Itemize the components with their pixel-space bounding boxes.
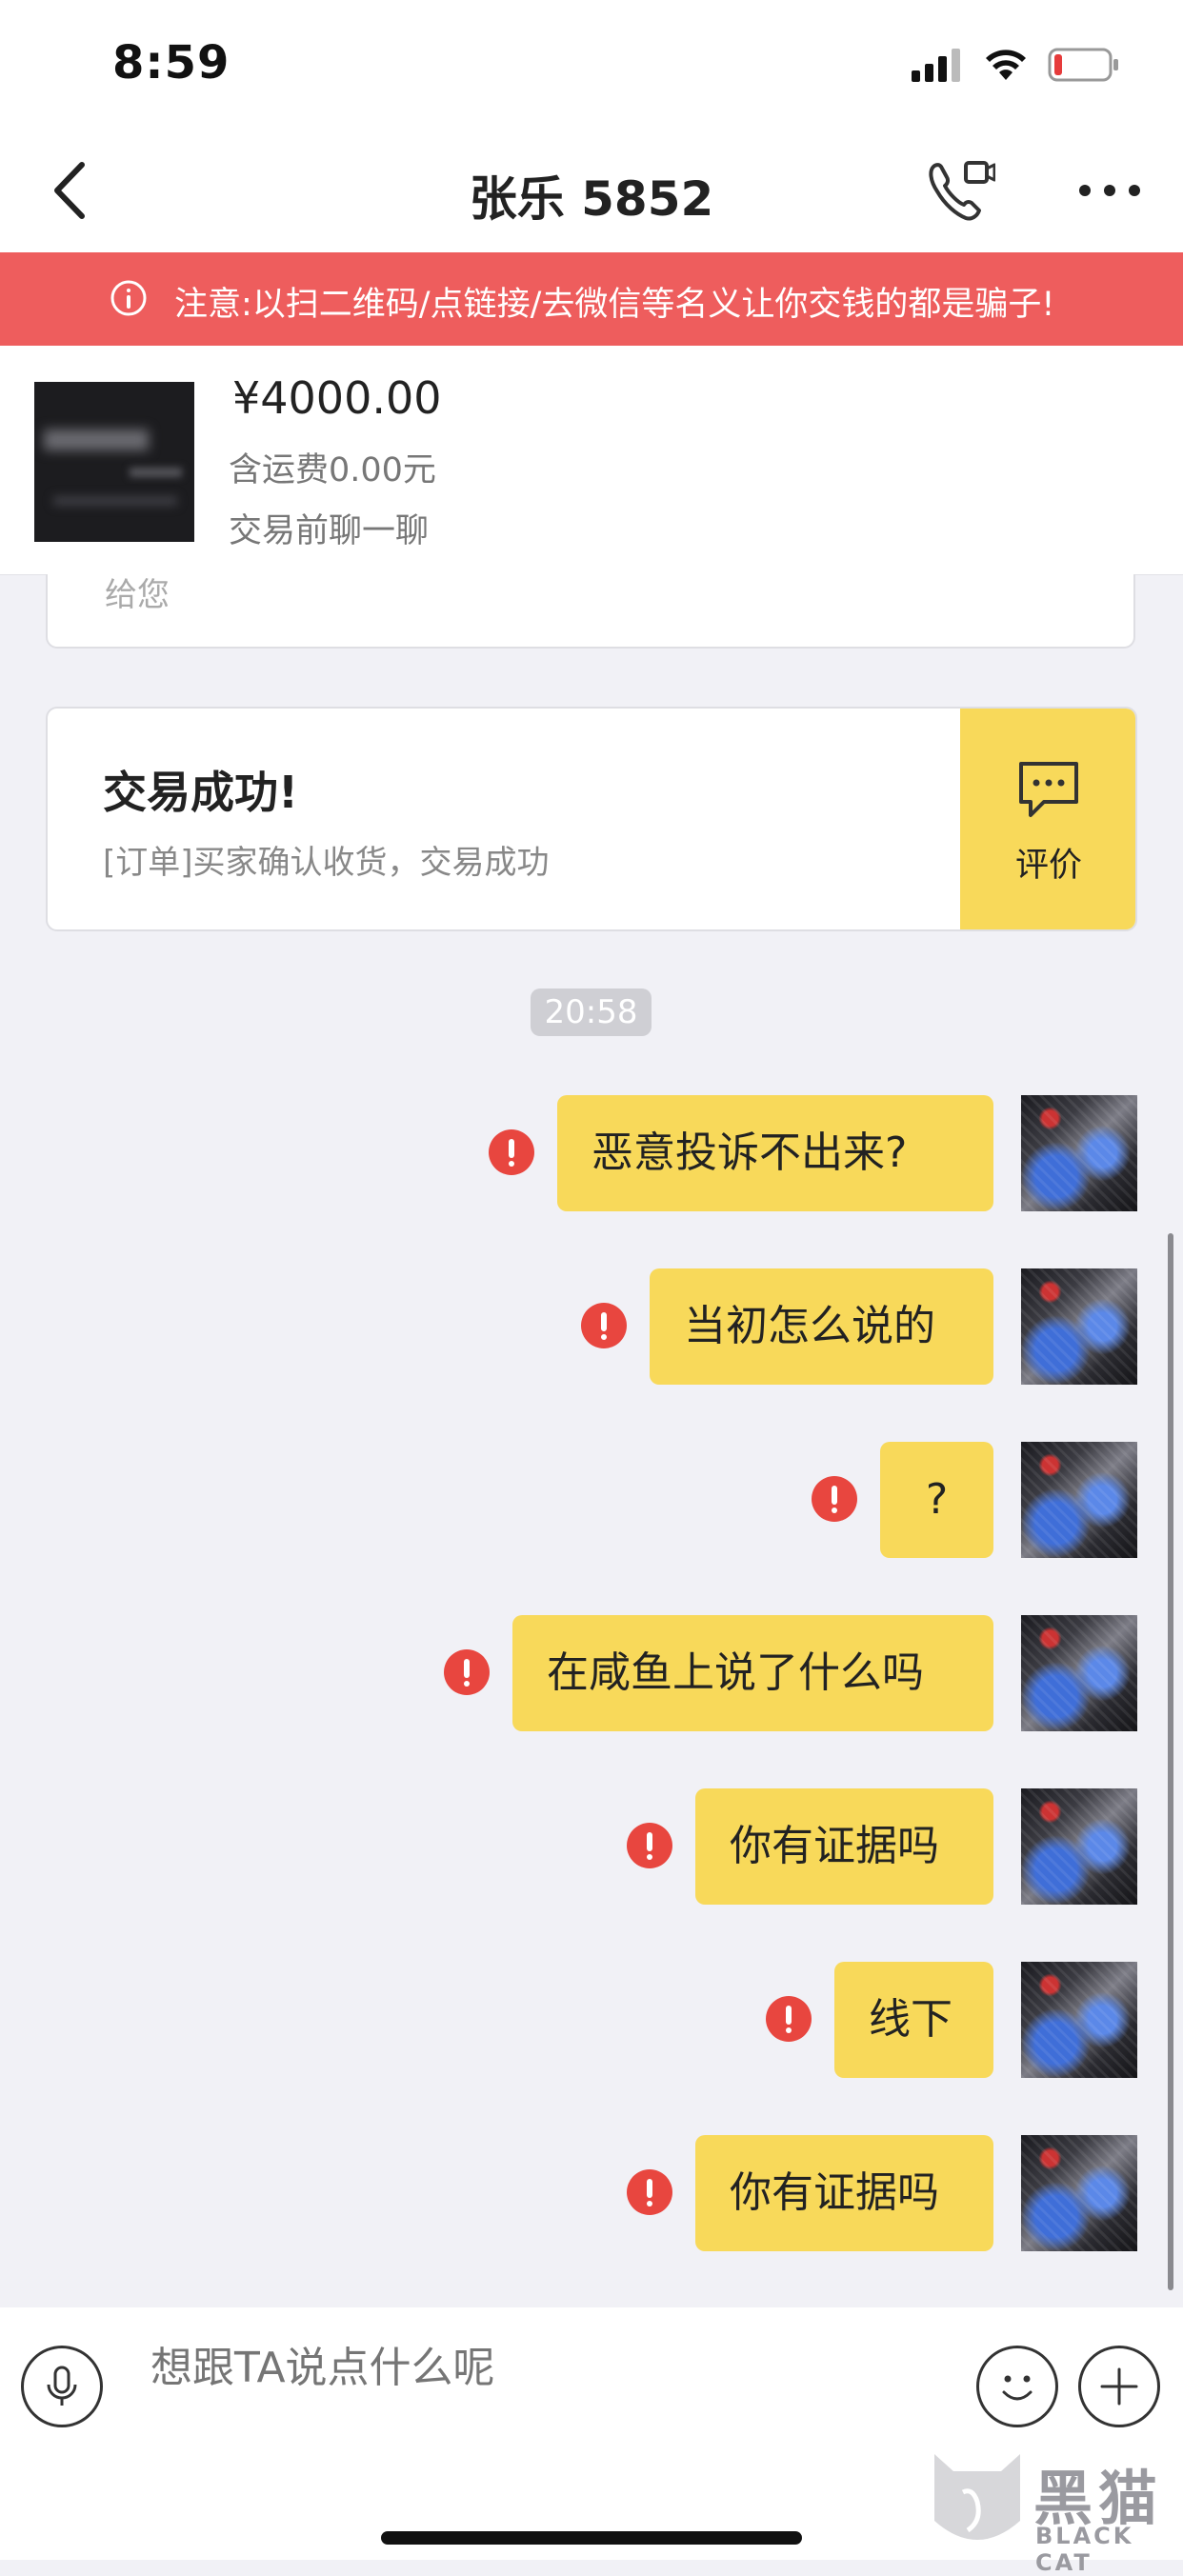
order-status-description: [订单]买家确认收货，交易成功 [103,844,550,882]
message-bubble[interactable]: 在咸鱼上说了什么吗 [512,1615,993,1731]
message-bubble[interactable]: ? [880,1442,993,1558]
message-bubble[interactable]: 你有证据吗 [695,1788,993,1905]
message-row: 你有证据吗 [0,2135,1183,2251]
rate-label: 评价 [1014,847,1082,885]
avatar[interactable] [1021,1268,1137,1385]
send-failed-icon[interactable] [766,1996,812,2042]
message-row: 线下 [0,1962,1183,2078]
scrollbar[interactable] [1168,1233,1173,2290]
avatar[interactable] [1021,1095,1137,1211]
product-price: ¥4000.00 [232,372,442,424]
send-failed-icon[interactable] [581,1303,627,1348]
wifi-icon [986,50,1026,80]
cat-logo-icon [934,2454,1020,2540]
message-bubble[interactable]: 你有证据吗 [695,2135,993,2251]
product-summary[interactable]: ¥4000.00 含运费0.00元 交易前聊一聊 [0,346,1183,575]
signal-icon [912,49,960,82]
voice-button[interactable] [21,2346,103,2427]
fraud-warning-banner: 注意:以扫二维码/点链接/去微信等名义让你交钱的都是骗子! [0,252,1183,346]
phone-video-icon[interactable] [924,157,995,224]
message-timestamp: 20:58 [531,988,652,1036]
comment-icon [1019,762,1078,817]
rate-button[interactable]: 评价 [960,709,1135,929]
message-row: 在咸鱼上说了什么吗 [0,1615,1183,1731]
avatar[interactable] [1021,1788,1137,1905]
order-status-title: 交易成功! [103,767,298,818]
status-time: 8:59 [112,36,231,90]
message-row: 当初怎么说的 [0,1268,1183,1385]
more-options-icon[interactable] [1076,167,1143,214]
message-row: 你有证据吗 [0,1788,1183,1905]
nav-bar: 张乐 5852 [0,129,1183,252]
page-title: 张乐 5852 [469,171,714,227]
watermark-en: BLACK CAT [1035,2523,1134,2576]
shipping-fee: 含运费0.00元 [229,451,436,489]
product-thumbnail [34,382,194,542]
chat-before-trade: 交易前聊一聊 [229,512,430,550]
order-status-card[interactable]: 交易成功! [订单]买家确认收货，交易成功 评价 [46,707,1137,931]
send-failed-icon[interactable] [627,2169,672,2215]
previous-card: 给您 [46,574,1135,649]
microphone-icon [47,2366,77,2406]
send-failed-icon[interactable] [444,1649,490,1695]
avatar[interactable] [1021,2135,1137,2251]
message-row: 恶意投诉不出来? [0,1095,1183,1211]
message-input[interactable] [150,2344,912,2392]
emoji-button[interactable] [976,2346,1058,2427]
smiley-icon [1002,2375,1033,2401]
battery-icon [1048,48,1118,82]
warning-text: 注意:以扫二维码/点链接/去微信等名义让你交钱的都是骗子! [174,286,1055,324]
avatar[interactable] [1021,1962,1137,2078]
avatar[interactable] [1021,1442,1137,1558]
info-icon [110,280,147,316]
send-failed-icon[interactable] [627,1823,672,1868]
send-failed-icon[interactable] [812,1476,857,1522]
watermark: 黑猫 BLACK CAT [919,2443,1183,2576]
more-actions-button[interactable] [1078,2346,1160,2427]
previous-card-text: 给您 [105,576,170,614]
home-indicator[interactable] [381,2531,802,2545]
plus-icon [1100,2367,1138,2406]
message-bubble[interactable]: 线下 [834,1962,993,2078]
message-row: ? [0,1442,1183,1558]
message-bubble[interactable]: 当初怎么说的 [650,1268,993,1385]
status-bar: 8:59 [0,0,1183,129]
message-bubble[interactable]: 恶意投诉不出来? [557,1095,993,1211]
avatar[interactable] [1021,1615,1137,1731]
send-failed-icon[interactable] [489,1129,534,1175]
input-bar [0,2307,1183,2460]
